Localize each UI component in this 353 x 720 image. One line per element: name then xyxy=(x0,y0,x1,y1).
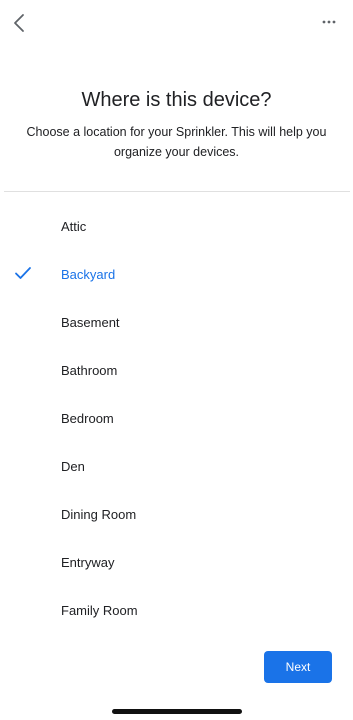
next-button[interactable]: Next xyxy=(264,651,332,683)
location-label: Bedroom xyxy=(61,410,114,426)
location-label: Dining Room xyxy=(61,506,137,522)
location-label: Backyard xyxy=(61,266,116,282)
back-button[interactable] xyxy=(6,10,32,36)
location-item-basement[interactable]: Basement xyxy=(0,298,353,346)
location-item-family-room[interactable]: Family Room xyxy=(0,586,353,634)
location-label: Attic xyxy=(61,218,87,234)
page-subtitle: Choose a location for your Sprinkler. Th… xyxy=(26,125,327,159)
header-divider xyxy=(4,191,350,192)
page-title: Where is this device? xyxy=(81,89,272,111)
top-app-bar xyxy=(0,0,353,48)
location-list: Attic Backyard Basement Bathroom Bedroom… xyxy=(0,202,353,634)
location-label: Basement xyxy=(61,314,120,330)
page-header: Where is this device? Choose a location … xyxy=(0,88,353,162)
back-arrow-icon xyxy=(14,14,24,32)
checkmark-icon xyxy=(15,267,31,279)
home-indicator xyxy=(112,709,242,714)
location-label: Bathroom xyxy=(61,362,118,378)
location-label: Family Room xyxy=(61,602,138,618)
location-label: Den xyxy=(61,458,85,474)
location-item-bedroom[interactable]: Bedroom xyxy=(0,394,353,442)
location-item-entryway[interactable]: Entryway xyxy=(0,538,353,586)
location-item-bathroom[interactable]: Bathroom xyxy=(0,346,353,394)
location-item-backyard[interactable]: Backyard xyxy=(0,250,353,298)
more-options-button[interactable] xyxy=(319,14,339,30)
location-item-dining-room[interactable]: Dining Room xyxy=(0,490,353,538)
location-item-den[interactable]: Den xyxy=(0,442,353,490)
location-item-attic[interactable]: Attic xyxy=(0,202,353,250)
location-label: Entryway xyxy=(61,554,115,570)
more-horizontal-icon xyxy=(322,20,336,24)
